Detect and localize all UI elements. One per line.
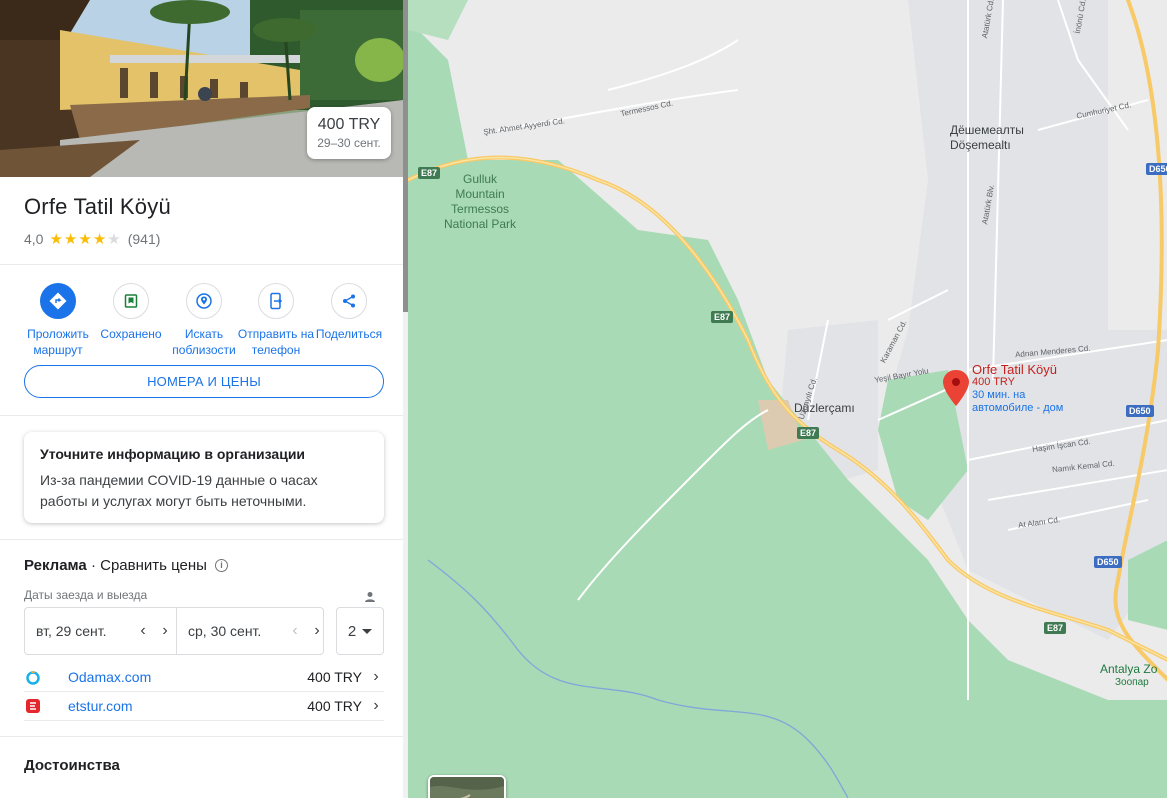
place-panel: 400 TRY 29–30 сент. Orfe Tatil Köyü 4,0 … [0,0,403,798]
send-to-phone-label: Отправить на телефон [237,327,315,357]
park-label[interactable]: Gulluk Mountain Termessos National Park [444,172,516,232]
star-icon: ★ [63,231,79,248]
hero-photo[interactable]: 400 TRY 29–30 сент. [0,0,403,177]
checkin-field[interactable]: вт, 29 сент. ‹ › [25,608,176,654]
rating-value: 4,0 [24,231,44,247]
guests-value: 2 [347,622,357,640]
checkout-value: ср, 30 сент. [188,623,262,639]
notice-body: Из-за пандемии COVID-19 данные о часах р… [40,472,318,509]
checkin-value: вт, 29 сент. [36,623,107,639]
section-title-highlights: Достоинства [24,757,120,774]
offer-site[interactable]: etstur.com [68,698,292,714]
rooms-and-prices-button[interactable]: НОМЕРА И ЦЕНЫ [24,365,384,398]
send-to-phone-button[interactable]: Отправить на телефон [236,283,316,358]
offer-price: 400 TRY [307,698,362,714]
notice-title: Уточните информацию в организации [40,446,306,462]
rating-row[interactable]: 4,0 ★★★★★ (941) [24,230,379,248]
pin-name: Orfe Tatil Köyü [972,362,1058,377]
covid-notice-card: Уточните информацию в организации Из-за … [24,432,384,523]
save-button[interactable]: Сохранено [91,283,171,342]
offer-site[interactable]: Odamax.com [68,669,292,685]
ads-section: Реклама · Сравнить цены i Даты заезда и … [0,540,403,737]
star-icon: ★ [78,231,93,248]
chevron-right-icon[interactable]: › [368,668,384,686]
directions-icon [40,283,76,319]
chevron-right-icon[interactable]: › [368,697,384,715]
map-canvas[interactable]: Gulluk Mountain Termessos National Park … [408,0,1167,798]
ads-title: Сравнить цены [100,557,207,574]
place-label[interactable]: Зоопар [1115,677,1149,688]
date-range-picker: вт, 29 сент. ‹ › ср, 30 сент. ‹ › [24,607,324,655]
save-label: Сохранено [100,327,162,341]
chevron-right-icon[interactable]: › [154,622,176,640]
road-number-badge: D650 [1146,163,1167,175]
chevron-left-icon[interactable]: ‹ [132,622,154,640]
directions-label: Проложить маршрут [27,327,89,357]
place-title: Orfe Tatil Köyü [24,194,171,219]
pin-price: 400 TRY [972,376,1016,388]
pin-travel-mode: автомобиле - дом [972,402,1064,414]
nearby-label: Искать поблизости [172,327,236,357]
action-bar: Проложить маршрут Сохранено Искать побли… [0,265,403,416]
rating-stars: ★★★★★ [49,230,121,248]
guests-select[interactable]: 2 [336,607,384,655]
odamax-logo-icon [24,668,42,686]
road-number-badge: D650 [1126,405,1154,417]
share-label: Поделиться [315,327,383,341]
price-chip-price: 400 TRY [317,116,381,133]
road-number-badge: D650 [1094,556,1122,568]
road-number-badge: E87 [797,427,820,439]
info-icon[interactable]: i [214,559,228,572]
directions-button[interactable]: Проложить маршрут [18,283,98,358]
dropdown-arrow-icon [362,628,373,634]
chevron-left-icon[interactable]: ‹ [284,622,306,640]
place-label[interactable]: Döşemealtı [950,138,1011,152]
ads-label: Реклама [24,557,87,574]
star-icon: ★ [49,231,64,248]
satellite-toggle[interactable] [428,775,506,798]
share-icon [331,283,367,319]
star-empty-icon: ★ [107,231,122,248]
send-to-phone-icon [258,283,294,319]
nearby-button[interactable]: Искать поблизости [164,283,244,358]
price-chip-dates: 29–30 сент. [317,136,381,150]
ads-header: Реклама · Сравнить цены i [24,557,384,574]
person-icon [364,590,376,608]
place-label[interactable]: Дёшемеалты [950,123,1024,137]
road-number-badge: E87 [711,311,734,323]
price-chip[interactable]: 400 TRY 29–30 сент. [307,107,391,159]
road-number-badge: E87 [418,167,441,179]
dates-row: вт, 29 сент. ‹ › ср, 30 сент. ‹ › 2 [24,607,384,655]
place-label[interactable]: Antalya Zo [1100,662,1157,676]
title-block: Orfe Tatil Köyü 4,0 ★★★★★ (941) [0,177,403,265]
share-button[interactable]: Поделиться [309,283,389,342]
pin-label[interactable]: Orfe Tatil Köyü 400 TRY 30 мин. на автом… [972,363,1063,415]
review-count[interactable]: (941) [128,231,161,247]
chevron-right-icon[interactable]: › [306,622,328,640]
offer-price: 400 TRY [307,669,362,685]
offer-row[interactable]: Odamax.com 400 TRY › [24,663,384,692]
notice-section: Уточните информацию в организации Из-за … [0,416,403,540]
etstur-logo-icon [24,697,42,715]
ads-separator: · [90,557,96,574]
pin-travel-time: 30 мин. на [972,389,1026,401]
road-number-badge: E87 [1044,622,1067,634]
offer-row[interactable]: etstur.com 400 TRY › [24,692,384,721]
dates-label: Даты заезда и выезда [24,588,148,602]
star-icon: ★ [92,231,108,248]
nearby-icon [186,283,222,319]
bookmark-icon [113,283,149,319]
checkout-field[interactable]: ср, 30 сент. ‹ › [176,608,328,654]
